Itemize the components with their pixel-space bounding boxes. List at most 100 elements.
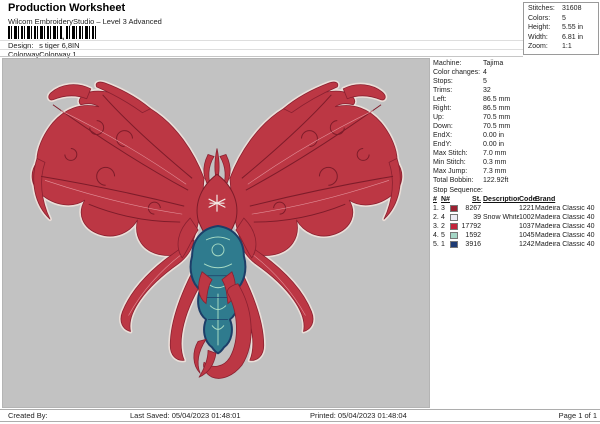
row-stitches: 17792 [458,223,481,230]
machine-label: Machine: [433,60,483,67]
height-value: 5.55 in [562,24,583,31]
zoom-value: 1:1 [562,43,572,50]
col-st: St. [458,196,481,203]
barcode-bars-right [66,26,96,39]
summary-row: Width:6.81 in [528,34,598,44]
endy-value: 0.00 in [483,141,504,148]
down-label: Down: [433,123,483,130]
row-num: 5. [433,241,441,248]
trims-label: Trims: [433,87,483,94]
barcode-image: , [8,26,96,39]
thread-color-swatch [450,223,458,230]
detail-row: Up:70.5 mm [433,114,599,123]
total-bobbin-value: 122.92ft [483,177,508,184]
row-num: 4. [433,232,441,239]
col-n: N# [441,196,450,203]
row-n: 4 [441,214,450,221]
detail-row: Machine:Tajima [433,60,599,69]
page-title: Production Worksheet [8,2,125,14]
page-number: Page 1 of 1 [559,411,597,420]
row-code: 1045 [519,232,535,239]
stitches-label: Stitches: [528,5,562,12]
thread-color-swatch [450,232,458,239]
row-code: 1242 [519,241,535,248]
row-brand: Madeira Classic 40 [535,205,599,212]
width-label: Width: [528,34,562,41]
col-num: # [433,196,441,203]
thread-color-swatch [450,214,458,221]
summary-row: Stitches:31608 [528,5,598,15]
stop-sequence-header: # N# St. Description Code Brand [433,196,599,205]
left-label: Left: [433,96,483,103]
table-row: 4. 5 1592 1045 Madeira Classic 40 [433,232,599,241]
detail-row: Max Stitch:7.0 mm [433,150,599,159]
design-summary-box: Stitches:31608 Colors:5 Height:5.55 in W… [523,2,599,55]
max-stitch-value: 7.0 mm [483,150,506,157]
production-worksheet-page: Production Worksheet Wilcom EmbroiderySt… [0,0,600,424]
stops-value: 5 [483,78,487,85]
detail-row: Trims:32 [433,87,599,96]
detail-row: Stops:5 [433,78,599,87]
row-stitches: 39 [458,214,481,221]
row-stitches: 8267 [458,205,481,212]
up-label: Up: [433,114,483,121]
detail-row: EndY:0.00 in [433,141,599,150]
summary-row: Zoom:1:1 [528,43,598,53]
left-value: 86.5 mm [483,96,510,103]
max-jump-value: 7.3 mm [483,168,506,175]
detail-row: Total Bobbin:122.92ft [433,177,599,186]
color-changes-label: Color changes: [433,69,483,76]
row-stitches: 1592 [458,232,481,239]
last-saved-label: Last Saved: 05/04/2023 01:48:01 [130,411,241,420]
design-canvas [2,58,430,408]
detail-row: Color changes:4 [433,69,599,78]
color-changes-value: 4 [483,69,487,76]
down-value: 70.5 mm [483,123,510,130]
col-code: Code [519,196,535,203]
row-num: 2. [433,214,441,221]
zoom-label: Zoom: [528,43,562,50]
detail-row: Right:86.5 mm [433,105,599,114]
machine-details-panel: Machine:Tajima Color changes:4 Stops:5 T… [433,60,599,250]
barcode-bars-left [8,26,62,39]
detail-row: Max Jump:7.3 mm [433,168,599,177]
right-value: 86.5 mm [483,105,510,112]
detail-row: Down:70.5 mm [433,123,599,132]
trims-value: 32 [483,87,491,94]
row-n: 5 [441,232,450,239]
max-jump-label: Max Jump: [433,168,483,175]
table-row: 5. 1 3916 1242 Madeira Classic 40 [433,241,599,250]
width-value: 6.81 in [562,34,583,41]
footer-divider-bottom [0,421,600,422]
table-row: 1. 3 8267 1221 Madeira Classic 40 [433,205,599,214]
machine-value: Tajima [483,60,503,67]
row-num: 1. [433,205,441,212]
app-subtitle: Wilcom EmbroideryStudio – Level 3 Advanc… [8,17,162,26]
thread-color-swatch [450,241,458,248]
col-description: Description [481,196,519,203]
min-stitch-value: 0.3 mm [483,159,506,166]
header-divider-3 [0,56,523,57]
row-brand: Madeira Classic 40 [535,241,599,248]
row-code: 1221 [519,205,535,212]
endx-label: EndX: [433,132,483,139]
table-row: 2. 4 39 Snow White 1002 Madeira Classic … [433,214,599,223]
header-divider-2 [0,49,523,50]
stitches-value: 31608 [562,5,581,12]
endy-label: EndY: [433,141,483,148]
colors-label: Colors: [528,15,562,22]
colors-value: 5 [562,15,566,22]
col-brand: Brand [535,196,599,203]
created-by-label: Created By: [8,411,48,420]
total-bobbin-label: Total Bobbin: [433,177,483,184]
summary-row: Colors:5 [528,15,598,25]
footer-divider-top [0,409,600,410]
thread-color-swatch [450,205,458,212]
row-n: 2 [441,223,450,230]
row-brand: Madeira Classic 40 [535,214,599,221]
detail-row: Left:86.5 mm [433,96,599,105]
endx-value: 0.00 in [483,132,504,139]
stop-sequence-title: Stop Sequence: [433,187,599,196]
row-brand: Madeira Classic 40 [535,232,599,239]
printed-label: Printed: 05/04/2023 01:48:04 [310,411,407,420]
